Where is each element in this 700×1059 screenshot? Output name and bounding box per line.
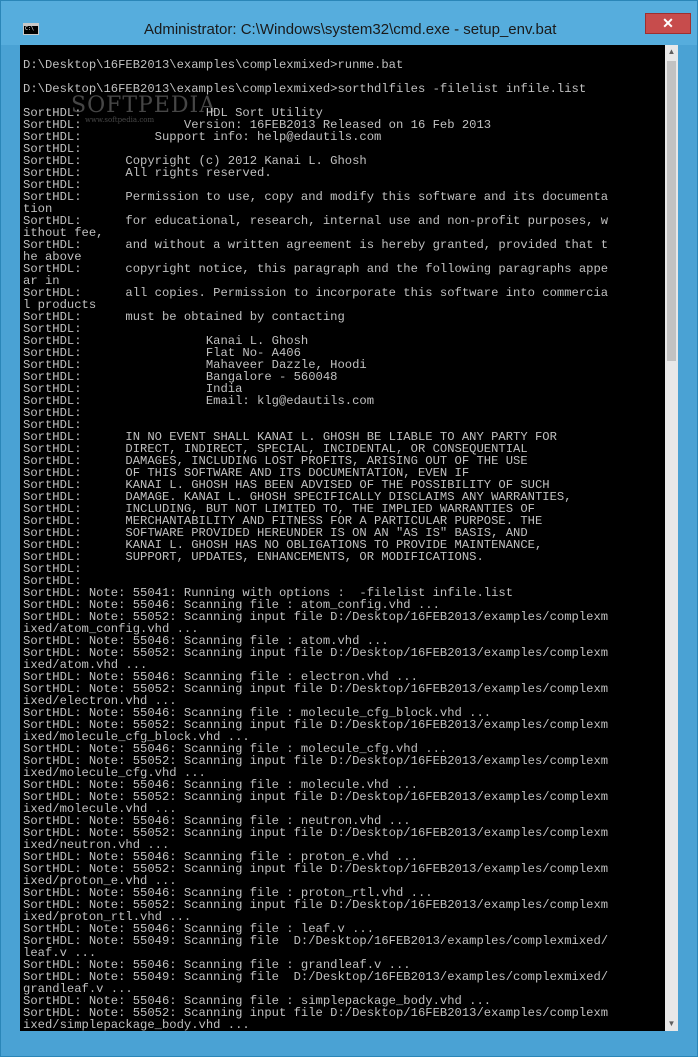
console-line: SortHDL: Support info: help@edautils.com <box>23 130 382 144</box>
cmd-icon[interactable] <box>23 23 39 35</box>
console-line: D:\Desktop\16FEB2013\examples\complexmix… <box>23 82 587 96</box>
console-line: D:\Desktop\16FEB2013\examples\complexmix… <box>23 58 404 72</box>
scroll-up-arrow-icon[interactable]: ▲ <box>665 45 678 59</box>
console-line: SortHDL: must be obtained by contacting <box>23 310 345 324</box>
console-line: SortHDL: for educational, research, inte… <box>23 214 609 228</box>
cmd-window: Administrator: C:\Windows\system32\cmd.e… <box>0 0 698 1057</box>
console-line: ixed/simplepackage_body.vhd ... <box>23 1018 250 1031</box>
console-line: SortHDL: Note: 55049: Scanning file D:/D… <box>23 934 609 948</box>
console-text: D:\Desktop\16FEB2013\examples\complexmix… <box>20 45 665 1031</box>
console-line: SortHDL: all copies. Permission to incor… <box>23 286 609 300</box>
console-line: SortHDL: Permission to use, copy and mod… <box>23 190 609 204</box>
console-line: SortHDL: Email: klg@edautils.com <box>23 394 375 408</box>
console-line: SortHDL: <box>23 562 82 576</box>
scroll-thumb[interactable] <box>667 61 676 361</box>
console-line: SortHDL: <box>23 406 82 420</box>
console-line: SortHDL: SUPPORT, UPDATES, ENHANCEMENTS,… <box>23 550 484 564</box>
window-title: Administrator: C:\Windows\system32\cmd.e… <box>144 21 557 38</box>
title-bar[interactable]: Administrator: C:\Windows\system32\cmd.e… <box>1 1 697 45</box>
console-output[interactable]: D:\Desktop\16FEB2013\examples\complexmix… <box>20 45 665 1031</box>
vertical-scrollbar[interactable]: ▲ ▼ <box>665 45 678 1031</box>
close-button[interactable]: ✕ <box>645 13 691 34</box>
console-line: SortHDL: copyright notice, this paragrap… <box>23 262 609 276</box>
console-line: SortHDL: All rights reserved. <box>23 166 272 180</box>
console-line: SortHDL: and without a written agreement… <box>23 238 609 252</box>
scroll-down-arrow-icon[interactable]: ▼ <box>665 1017 678 1031</box>
